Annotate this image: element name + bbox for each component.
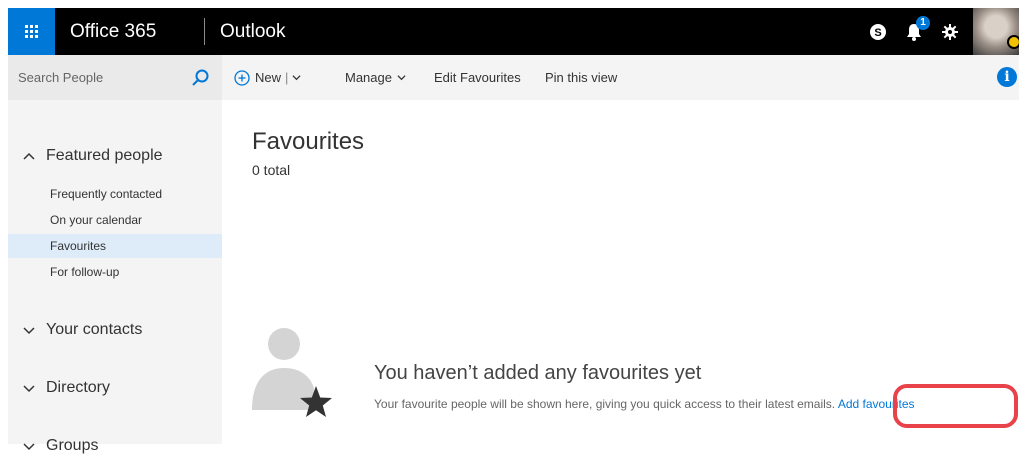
app-name[interactable]: Outlook — [220, 8, 285, 55]
avatar[interactable] — [973, 8, 1019, 55]
featured-people-label: Featured people — [46, 147, 163, 164]
featured-people-header[interactable]: Featured people — [8, 140, 222, 172]
sidebar-item-on-your-calendar[interactable]: On your calendar — [8, 208, 222, 232]
left-navigation-pane: Featured people Frequently contacted On … — [8, 55, 222, 454]
settings-button[interactable] — [932, 8, 968, 55]
chevron-up-icon — [23, 152, 35, 160]
directory-label: Directory — [46, 379, 111, 396]
add-icon — [234, 69, 250, 86]
directory-header[interactable]: Directory — [8, 372, 222, 404]
chevron-down-icon — [23, 327, 35, 335]
skype-button[interactable]: S — [860, 8, 896, 55]
your-contacts-label: Your contacts — [46, 321, 143, 338]
add-favourites-link[interactable]: Add favourites — [838, 397, 915, 411]
command-bar: New | Manage Edit Favourites Pin this vi… — [222, 55, 1019, 100]
sidebar-item-favourites[interactable]: Favourites — [8, 234, 222, 258]
empty-state-description: Your favourite people will be shown here… — [374, 397, 915, 411]
search-input[interactable] — [18, 65, 188, 89]
empty-state-title: You haven’t added any favourites yet — [374, 362, 702, 384]
groups-header[interactable]: Groups — [8, 430, 222, 462]
notifications-button[interactable]: 1 — [896, 8, 932, 55]
notification-badge: 1 — [916, 16, 930, 30]
page-title: Favourites — [252, 128, 365, 155]
search-icon[interactable] — [191, 68, 211, 88]
person-star-icon — [252, 328, 332, 417]
total-count: 0 total — [252, 162, 291, 178]
split-divider: | — [285, 70, 289, 85]
groups-label: Groups — [46, 437, 99, 454]
manage-label: Manage — [345, 70, 392, 85]
manage-button[interactable]: Manage — [345, 55, 406, 100]
sidebar-item-frequently-contacted[interactable]: Frequently contacted — [8, 182, 222, 206]
new-button[interactable]: New | — [234, 55, 301, 100]
chevron-down-icon[interactable] — [292, 73, 301, 82]
office365-brand[interactable]: Office 365 — [70, 8, 156, 55]
info-icon[interactable]: i — [997, 67, 1017, 87]
pin-view-button[interactable]: Pin this view — [545, 55, 617, 100]
svg-text:S: S — [874, 27, 881, 39]
gear-icon — [942, 23, 958, 40]
chevron-down-icon — [23, 443, 35, 451]
skype-icon: S — [870, 23, 886, 40]
presence-indicator — [1007, 35, 1019, 49]
your-contacts-header[interactable]: Your contacts — [8, 314, 222, 346]
app-launcher-icon — [25, 25, 38, 38]
new-label: New — [255, 70, 282, 85]
top-bar: Office 365 Outlook S 1 ? — [8, 8, 1019, 55]
chevron-down-icon — [23, 385, 35, 393]
chevron-down-icon — [397, 75, 406, 81]
edit-favourites-button[interactable]: Edit Favourites — [434, 55, 521, 100]
empty-state-text: Your favourite people will be shown here… — [374, 397, 836, 411]
app-launcher-button[interactable] — [8, 8, 55, 55]
search-box — [8, 55, 222, 100]
sidebar-item-follow-up[interactable]: For follow-up — [8, 260, 222, 284]
divider — [204, 18, 205, 45]
